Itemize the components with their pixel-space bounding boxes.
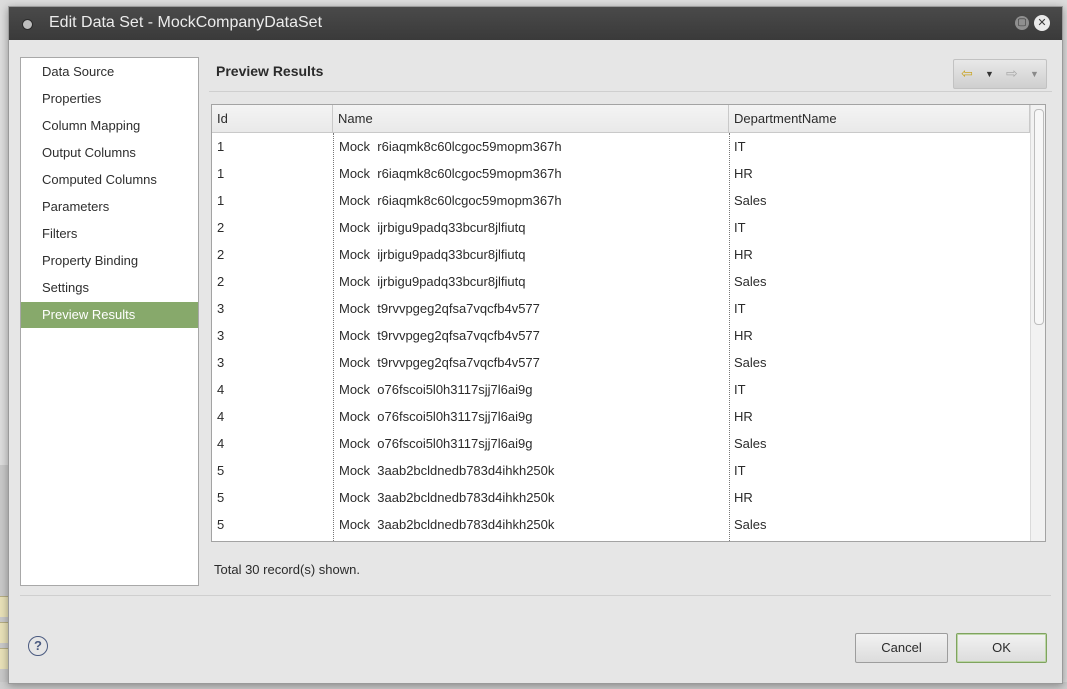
table-row[interactable]: 4 Mock o76fscoi5l0h3117sjj7l6ai9g HR — [212, 403, 1030, 430]
table-row[interactable]: 1 Mock r6iaqmk8c60lcgoc59mopm367h HR — [212, 160, 1030, 187]
cell-id: 4 — [217, 382, 225, 397]
cancel-button[interactable]: Cancel — [855, 633, 948, 663]
cell-name: Mock t9rvvpgeg2qfsa7vqcfb4v577 — [339, 355, 540, 370]
cell-name: Mock r6iaqmk8c60lcgoc59mopm367h — [339, 166, 562, 181]
forward-arrow-icon[interactable]: ⇨ — [1006, 65, 1018, 82]
sidebar-item-column-mapping[interactable]: Column Mapping — [21, 113, 198, 139]
cell-department: HR — [734, 409, 753, 424]
cell-id: 2 — [217, 247, 225, 262]
cell-department: HR — [734, 247, 753, 262]
close-icon[interactable]: ✕ — [1034, 15, 1050, 31]
ok-button[interactable]: OK — [956, 633, 1047, 663]
preview-results-table: Id Name DepartmentName 1 Mock r6iaqmk8c60… — [211, 104, 1046, 542]
table-header: Id Name DepartmentName — [212, 105, 1030, 133]
table-row[interactable]: 1 Mock r6iaqmk8c60lcgoc59mopm367h IT — [212, 133, 1030, 160]
window-menu-icon[interactable] — [22, 19, 33, 30]
cell-name: Mock 3aab2bcldnedb783d4ihkh250k — [339, 490, 555, 505]
table-row[interactable]: 2 Mock ijrbigu9padq33bcur8jlfiutq IT — [212, 214, 1030, 241]
sidebar-item-property-binding[interactable]: Property Binding — [21, 248, 198, 274]
vertical-scrollbar[interactable] — [1030, 105, 1045, 541]
forward-dropdown-icon[interactable]: ▼ — [1030, 69, 1039, 79]
cell-department: IT — [734, 301, 746, 316]
table-row[interactable]: 3 Mock t9rvvpgeg2qfsa7vqcfb4v577 IT — [212, 295, 1030, 322]
window-title: Edit Data Set - MockCompanyDataSet — [49, 14, 323, 31]
sidebar-item-parameters[interactable]: Parameters — [21, 194, 198, 220]
background-tab — [0, 622, 8, 643]
footer-divider — [20, 595, 1051, 596]
maximize-icon[interactable]: ▢ — [1015, 16, 1029, 30]
column-header-name[interactable]: Name — [333, 105, 729, 132]
table-row[interactable]: 2 Mock ijrbigu9padq33bcur8jlfiutq HR — [212, 241, 1030, 268]
cell-name: Mock r6iaqmk8c60lcgoc59mopm367h — [339, 139, 562, 154]
background-tab — [0, 596, 8, 617]
cell-department: HR — [734, 328, 753, 343]
sidebar-nav: Data Source Properties Column Mapping Ou… — [20, 57, 199, 586]
table-row[interactable]: 4 Mock o76fscoi5l0h3117sjj7l6ai9g Sales — [212, 430, 1030, 457]
cell-department: Sales — [734, 274, 767, 289]
cell-id: 1 — [217, 193, 225, 208]
column-header-department[interactable]: DepartmentName — [729, 105, 1030, 132]
record-count-text: Total 30 record(s) shown. — [214, 562, 360, 577]
cell-department: HR — [734, 166, 753, 181]
cell-id: 1 — [217, 139, 225, 154]
cell-department: IT — [734, 139, 746, 154]
sidebar-item-output-columns[interactable]: Output Columns — [21, 140, 198, 166]
cell-department: IT — [734, 463, 746, 478]
background-tab — [0, 648, 8, 669]
cell-name: Mock 3aab2bcldnedb783d4ihkh250k — [339, 463, 555, 478]
cell-department: IT — [734, 220, 746, 235]
cell-id: 2 — [217, 274, 225, 289]
cell-id: 4 — [217, 409, 225, 424]
table-row[interactable]: 1 Mock r6iaqmk8c60lcgoc59mopm367h Sales — [212, 187, 1030, 214]
cell-id: 3 — [217, 328, 225, 343]
back-arrow-icon[interactable]: ⇦ — [961, 65, 973, 82]
cell-department: Sales — [734, 436, 767, 451]
cell-name: Mock o76fscoi5l0h3117sjj7l6ai9g — [339, 436, 533, 451]
cell-name: Mock t9rvvpgeg2qfsa7vqcfb4v577 — [339, 328, 540, 343]
sidebar-item-filters[interactable]: Filters — [21, 221, 198, 247]
sidebar-item-preview-results[interactable]: Preview Results — [21, 302, 198, 328]
cell-id: 4 — [217, 436, 225, 451]
cell-department: HR — [734, 490, 753, 505]
cell-id: 2 — [217, 220, 225, 235]
cell-id: 5 — [217, 463, 225, 478]
cell-name: Mock ijrbigu9padq33bcur8jlfiutq — [339, 220, 526, 235]
cell-name: Mock 3aab2bcldnedb783d4ihkh250k — [339, 517, 555, 532]
cell-department: Sales — [734, 193, 767, 208]
table-row[interactable]: 5 Mock 3aab2bcldnedb783d4ihkh250k IT — [212, 457, 1030, 484]
sidebar-item-data-source[interactable]: Data Source — [21, 59, 198, 85]
back-dropdown-icon[interactable]: ▼ — [985, 69, 994, 79]
cell-name: Mock o76fscoi5l0h3117sjj7l6ai9g — [339, 382, 533, 397]
title-bar: Edit Data Set - MockCompanyDataSet ▢ ✕ — [9, 7, 1062, 40]
cell-id: 1 — [217, 166, 225, 181]
table-row[interactable]: 3 Mock t9rvvpgeg2qfsa7vqcfb4v577 HR — [212, 322, 1030, 349]
sidebar-item-settings[interactable]: Settings — [21, 275, 198, 301]
page-title: Preview Results — [216, 63, 324, 79]
cell-name: Mock o76fscoi5l0h3117sjj7l6ai9g — [339, 409, 533, 424]
table-row[interactable]: 5 Mock 3aab2bcldnedb783d4ihkh250k HR — [212, 484, 1030, 511]
help-icon[interactable]: ? — [28, 636, 48, 656]
header-divider — [209, 91, 1052, 92]
table-row[interactable]: 2 Mock ijrbigu9padq33bcur8jlfiutq Sales — [212, 268, 1030, 295]
sidebar-item-properties[interactable]: Properties — [21, 86, 198, 112]
history-nav-toolbar: ⇦ ▼ ⇨ ▼ — [953, 59, 1047, 89]
cell-id: 3 — [217, 355, 225, 370]
sidebar-item-computed-columns[interactable]: Computed Columns — [21, 167, 198, 193]
cell-department: IT — [734, 382, 746, 397]
scrollbar-thumb[interactable] — [1034, 109, 1044, 325]
edit-data-set-dialog: Edit Data Set - MockCompanyDataSet ▢ ✕ D… — [8, 6, 1063, 684]
cell-id: 5 — [217, 490, 225, 505]
cell-id: 5 — [217, 517, 225, 532]
cell-id: 3 — [217, 301, 225, 316]
table-row[interactable]: 5 Mock 3aab2bcldnedb783d4ihkh250k Sales — [212, 511, 1030, 538]
cell-name: Mock r6iaqmk8c60lcgoc59mopm367h — [339, 193, 562, 208]
table-row[interactable]: 4 Mock o76fscoi5l0h3117sjj7l6ai9g IT — [212, 376, 1030, 403]
cell-name: Mock ijrbigu9padq33bcur8jlfiutq — [339, 274, 526, 289]
cell-department: Sales — [734, 517, 767, 532]
cell-name: Mock ijrbigu9padq33bcur8jlfiutq — [339, 247, 526, 262]
table-row[interactable]: 3 Mock t9rvvpgeg2qfsa7vqcfb4v577 Sales — [212, 349, 1030, 376]
cell-name: Mock t9rvvpgeg2qfsa7vqcfb4v577 — [339, 301, 540, 316]
column-header-id[interactable]: Id — [212, 105, 333, 132]
cell-department: Sales — [734, 355, 767, 370]
